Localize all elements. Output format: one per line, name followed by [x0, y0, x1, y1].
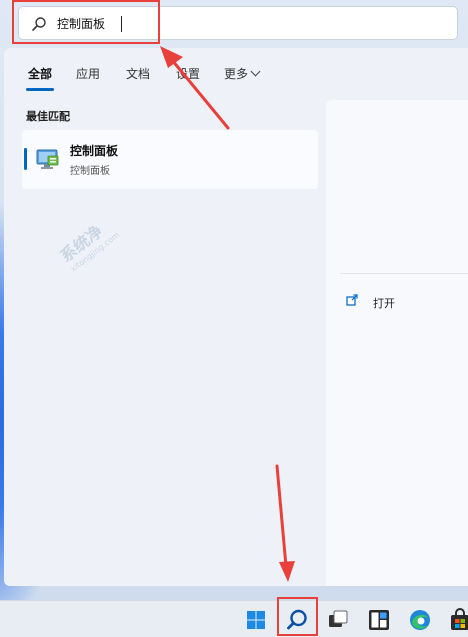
task-view-icon[interactable] — [324, 606, 352, 634]
tab-active-indicator — [26, 88, 54, 91]
result-subtitle: 控制面板 — [70, 166, 110, 177]
tab-all[interactable]: 全部 — [28, 66, 52, 82]
chevron-down-icon — [250, 66, 261, 77]
edge-icon[interactable] — [406, 606, 434, 634]
start-icon[interactable] — [242, 606, 270, 634]
search-highlight-box — [12, 0, 160, 44]
best-match-result[interactable]: 控制面板 控制面板 — [22, 130, 318, 189]
tab-more[interactable]: 更多 — [224, 66, 261, 82]
widgets-icon[interactable] — [365, 606, 393, 634]
taskbar-search-highlight-box — [277, 597, 318, 636]
preview-divider — [340, 273, 468, 274]
tab-more-label: 更多 — [224, 67, 249, 81]
result-title: 控制面板 — [70, 144, 119, 158]
selection-accent — [24, 148, 27, 170]
result-preview-pane — [326, 100, 468, 586]
control-panel-icon — [36, 149, 59, 169]
tab-settings[interactable]: 设置 — [176, 66, 200, 82]
store-icon[interactable] — [446, 606, 468, 634]
best-match-heading: 最佳匹配 — [26, 110, 70, 123]
taskbar — [0, 600, 468, 637]
open-action[interactable]: 打开 — [373, 295, 395, 311]
tab-apps[interactable]: 应用 — [76, 66, 100, 82]
tab-documents[interactable]: 文档 — [126, 66, 150, 82]
open-icon — [346, 294, 358, 306]
